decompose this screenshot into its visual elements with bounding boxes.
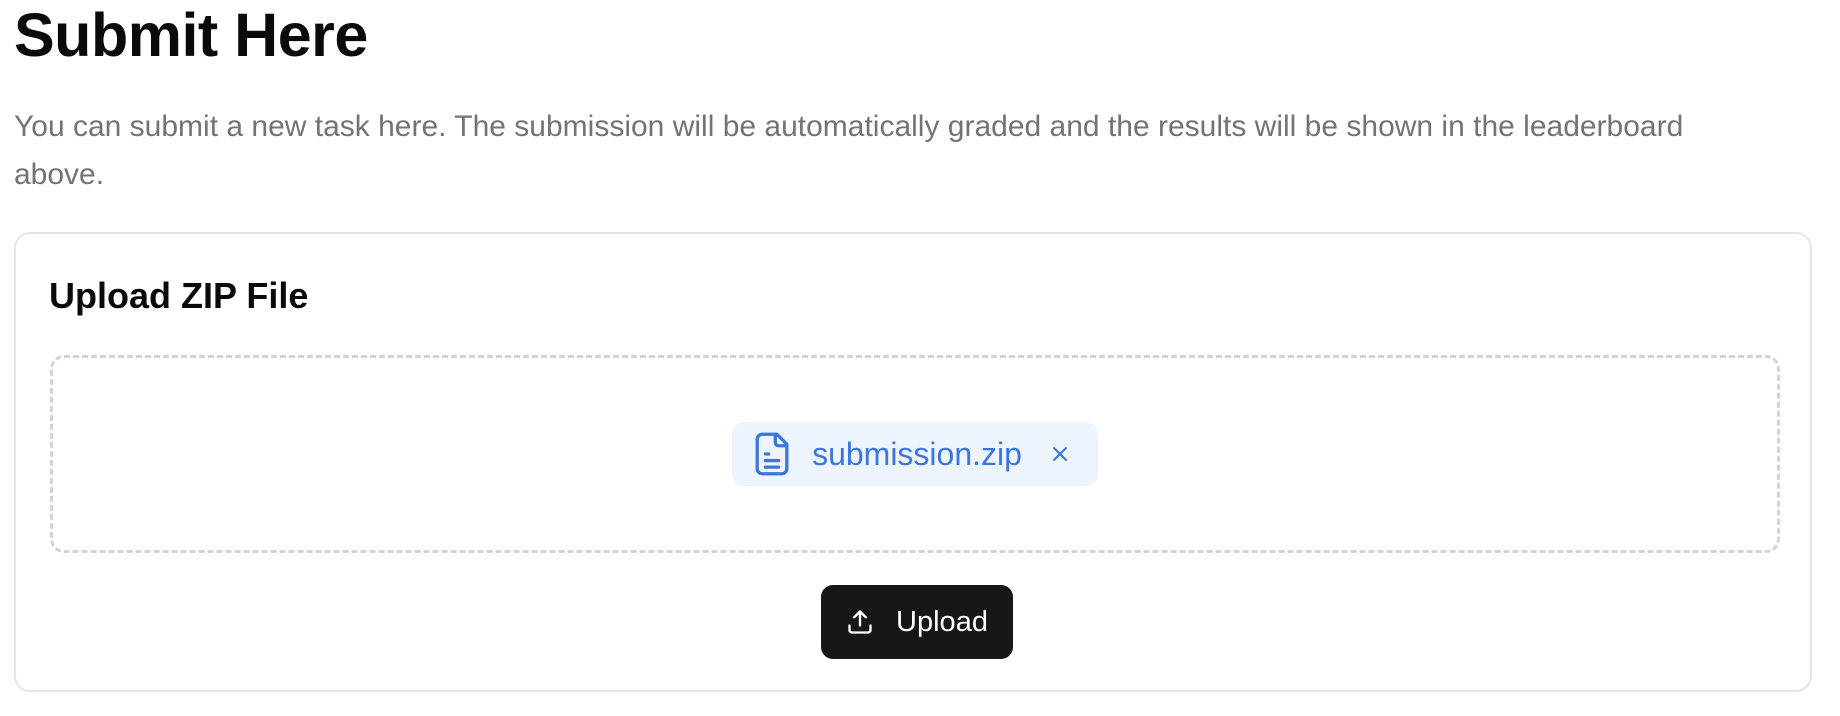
upload-icon [846, 608, 874, 636]
selected-file-name: submission.zip [812, 435, 1022, 472]
card-title: Upload ZIP File [49, 275, 309, 316]
page-description: You can submit a new task here. The subm… [14, 110, 1684, 191]
page-title: Submit Here [14, 1, 368, 69]
file-text-icon [752, 431, 792, 477]
close-icon [1052, 446, 1067, 461]
selected-file-chip: submission.zip [732, 421, 1098, 486]
remove-file-button[interactable] [1048, 442, 1072, 466]
upload-card: Upload ZIP File submission.zip Upload [14, 232, 1812, 692]
upload-button-label: Upload [896, 606, 988, 638]
submission-page: Submit Here You can submit a new task he… [0, 0, 1840, 716]
file-dropzone[interactable]: submission.zip [50, 355, 1780, 553]
upload-button[interactable]: Upload [821, 585, 1013, 659]
